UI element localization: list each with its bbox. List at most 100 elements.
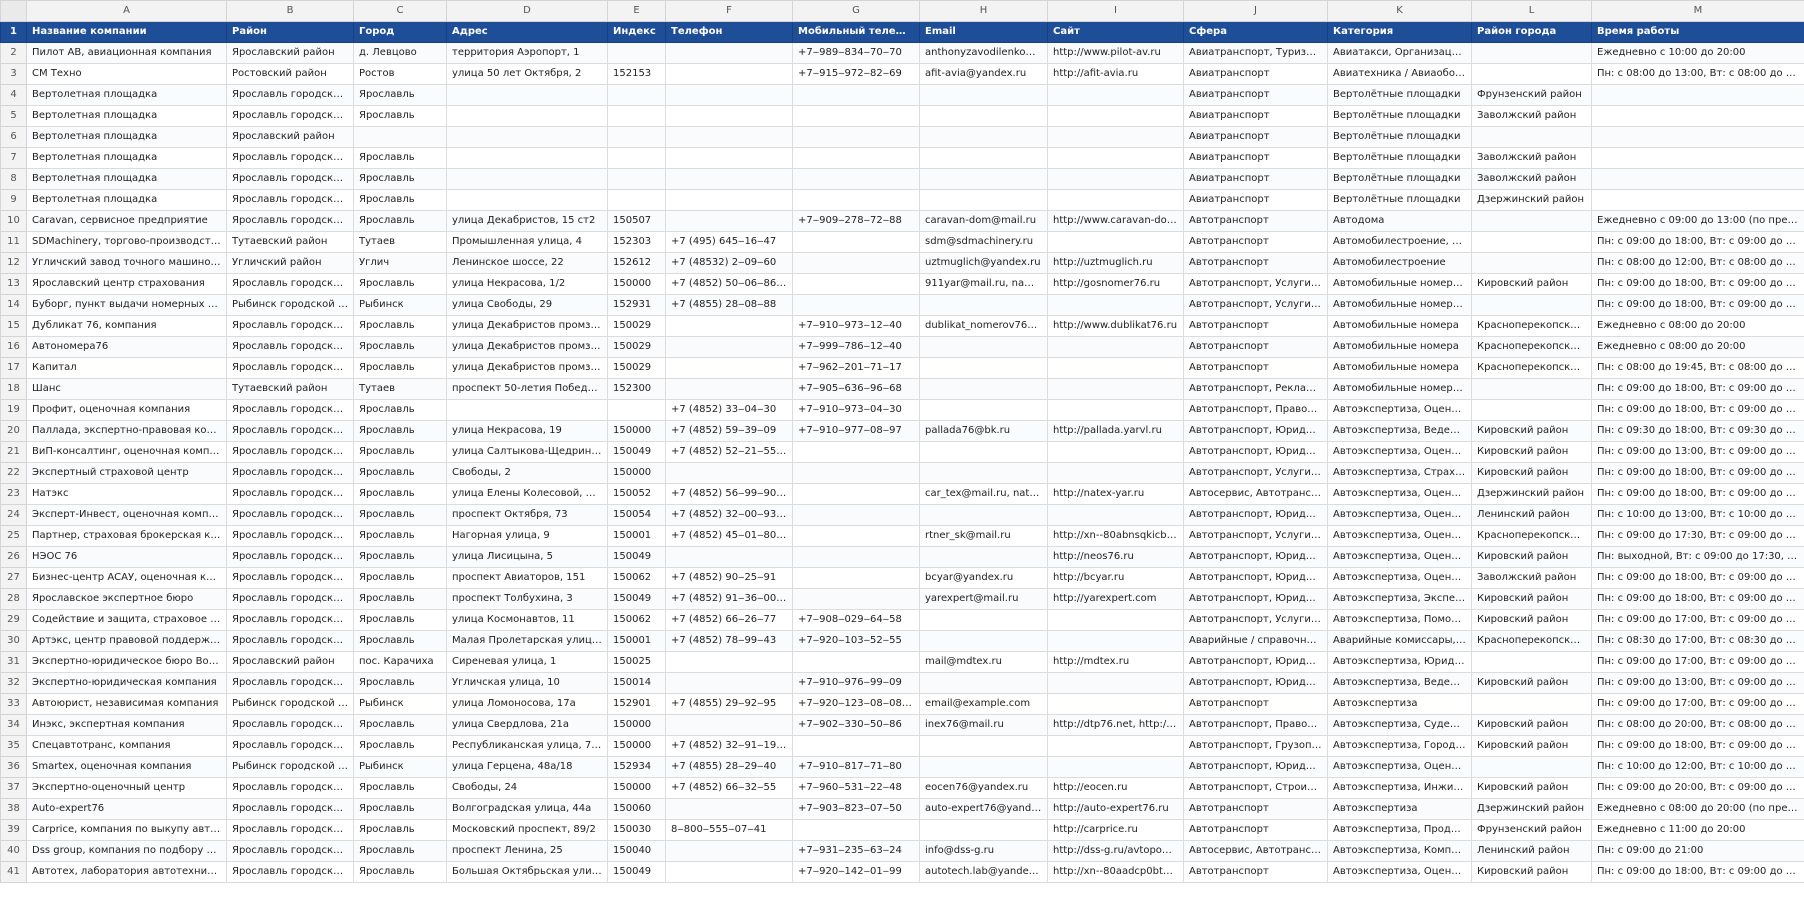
cell-j[interactable]: Авиатранспорт xyxy=(1183,63,1328,85)
row-number[interactable]: 10 xyxy=(0,210,27,232)
cell-l[interactable]: Кировский район xyxy=(1471,588,1592,610)
cell-l[interactable]: Кировский район xyxy=(1471,714,1592,736)
cell-b[interactable]: Ярославль городской ... xyxy=(226,819,354,841)
cell-c[interactable]: Ярославль xyxy=(353,315,447,337)
cell-e[interactable]: 150001 xyxy=(607,525,666,547)
cell-d[interactable] xyxy=(446,399,608,421)
cell-k[interactable]: Вертолётные площадки xyxy=(1327,189,1472,211)
cell-m[interactable]: Ежедневно с 09:00 до 13:00 (по предвари.… xyxy=(1591,210,1804,232)
cell-e[interactable]: 150507 xyxy=(607,210,666,232)
cell-a[interactable]: НЭОС 76 xyxy=(26,546,227,568)
cell-f[interactable] xyxy=(665,84,793,106)
cell-m[interactable]: Пн: с 09:30 до 18:00, Вт: с 09:30 до 18:… xyxy=(1591,420,1804,442)
cell-e[interactable]: 150040 xyxy=(607,840,666,862)
cell-m[interactable]: Пн: с 09:00 до 17:00, Вт: с 09:00 до 17:… xyxy=(1591,609,1804,631)
cell-k[interactable]: Автоэкспертиза, Оценка с... xyxy=(1327,441,1472,463)
cell-b[interactable]: Тутаевский район xyxy=(226,378,354,400)
cell-c[interactable]: Ярославль xyxy=(353,189,447,211)
cell-b[interactable]: Ярославль городской ... xyxy=(226,441,354,463)
cell-h[interactable]: uztmuglich@yandex.ru xyxy=(919,252,1048,274)
cell-l[interactable]: Красноперекопский ... xyxy=(1471,357,1592,379)
cell-f[interactable]: +7 (4852) 32‒00‒93, +7... xyxy=(665,504,793,526)
cell-c[interactable]: Ярославль xyxy=(353,105,447,127)
header-cell[interactable]: Время работы xyxy=(1591,21,1804,43)
cell-e[interactable]: 150062 xyxy=(607,609,666,631)
cell-e[interactable]: 150049 xyxy=(607,588,666,610)
cell-k[interactable]: Автоэкспертиза, Эксперти... xyxy=(1327,588,1472,610)
cell-e[interactable]: 150025 xyxy=(607,651,666,673)
cell-l[interactable]: Кировский район xyxy=(1471,861,1592,883)
cell-c[interactable]: Ростов xyxy=(353,63,447,85)
cell-c[interactable]: Ярославль xyxy=(353,273,447,295)
cell-i[interactable] xyxy=(1047,441,1184,463)
row-number[interactable]: 12 xyxy=(0,252,27,274)
cell-b[interactable]: Ярославль городской ... xyxy=(226,189,354,211)
cell-g[interactable]: +7‒989‒834‒70‒70 xyxy=(792,42,920,64)
cell-a[interactable]: Вертолетная площадка xyxy=(26,126,227,148)
header-cell[interactable]: Телефон xyxy=(665,21,793,43)
cell-c[interactable]: Тутаев xyxy=(353,231,447,253)
cell-g[interactable]: +7‒902‒330‒50‒86 xyxy=(792,714,920,736)
cell-g[interactable]: +7‒910‒976‒99‒09 xyxy=(792,672,920,694)
cell-k[interactable]: Автоэкспертиза, Инжинир... xyxy=(1327,777,1472,799)
cell-d[interactable] xyxy=(446,147,608,169)
cell-b[interactable]: Ярославль городской ... xyxy=(226,567,354,589)
cell-m[interactable]: Пн: с 09:00 до 20:00, Вт: с 09:00 до 20:… xyxy=(1591,777,1804,799)
cell-l[interactable] xyxy=(1471,399,1592,421)
row-number[interactable]: 41 xyxy=(0,861,27,883)
cell-g[interactable] xyxy=(792,273,920,295)
cell-b[interactable]: Рыбинск городской ок... xyxy=(226,693,354,715)
cell-b[interactable]: Ярославль городской ... xyxy=(226,861,354,883)
cell-h[interactable] xyxy=(919,672,1048,694)
cell-k[interactable]: Автоэкспертиза, Судебная ... xyxy=(1327,714,1472,736)
cell-h[interactable] xyxy=(919,378,1048,400)
cell-e[interactable]: 150000 xyxy=(607,462,666,484)
cell-a[interactable]: Дубликат 76, компания xyxy=(26,315,227,337)
cell-k[interactable]: Автоэкспертиза, Оценка с... xyxy=(1327,861,1472,883)
row-number[interactable]: 20 xyxy=(0,420,27,442)
cell-d[interactable]: улица Герцена, 48а/18 xyxy=(446,756,608,778)
cell-d[interactable]: улица Декабристов промзона,... xyxy=(446,357,608,379)
cell-d[interactable]: Республиканская улица, 75Б xyxy=(446,735,608,757)
row-number[interactable]: 23 xyxy=(0,483,27,505)
cell-g[interactable] xyxy=(792,441,920,463)
cell-g[interactable]: +7‒931‒235‒63‒24 xyxy=(792,840,920,862)
cell-c[interactable]: Ярославль xyxy=(353,609,447,631)
cell-f[interactable]: +7 (4855) 28‒08‒88 xyxy=(665,294,793,316)
cell-j[interactable]: Автотранспорт, Рекламны... xyxy=(1183,378,1328,400)
cell-h[interactable]: info@dss-g.ru xyxy=(919,840,1048,862)
cell-i[interactable]: http://pallada.yarvl.ru xyxy=(1047,420,1184,442)
cell-j[interactable]: Автотранспорт, Юридичес... xyxy=(1183,567,1328,589)
cell-h[interactable] xyxy=(919,504,1048,526)
cell-m[interactable]: Пн: с 08:00 до 19:45, Вт: с 08:00 до 19:… xyxy=(1591,357,1804,379)
cell-f[interactable] xyxy=(665,189,793,211)
cell-b[interactable]: Ярославль городской ... xyxy=(226,315,354,337)
cell-e[interactable]: 150062 xyxy=(607,567,666,589)
cell-j[interactable]: Авиатранспорт xyxy=(1183,168,1328,190)
cell-j[interactable]: Автотранспорт xyxy=(1183,336,1328,358)
cell-h[interactable] xyxy=(919,756,1048,778)
cell-m[interactable]: Пн: с 09:00 до 13:00, Вт: с 09:00 до 13:… xyxy=(1591,441,1804,463)
column-header-i[interactable]: I xyxy=(1047,0,1184,22)
cell-g[interactable] xyxy=(792,735,920,757)
cell-a[interactable]: Ярославский центр страхования xyxy=(26,273,227,295)
cell-a[interactable]: Автотех, лаборатория автотехническ... xyxy=(26,861,227,883)
cell-b[interactable]: Ярославль городской ... xyxy=(226,462,354,484)
header-cell[interactable]: Мобильный телефон xyxy=(792,21,920,43)
cell-e[interactable] xyxy=(607,399,666,421)
cell-j[interactable]: Автотранспорт xyxy=(1183,315,1328,337)
column-header-d[interactable]: D xyxy=(446,0,608,22)
cell-m[interactable] xyxy=(1591,105,1804,127)
cell-k[interactable]: Автомобилестроение xyxy=(1327,252,1472,274)
cell-a[interactable]: Натэкс xyxy=(26,483,227,505)
cell-g[interactable] xyxy=(792,525,920,547)
cell-j[interactable]: Автотранспорт, Юридичес... xyxy=(1183,756,1328,778)
cell-i[interactable]: http://afit-avia.ru xyxy=(1047,63,1184,85)
cell-e[interactable]: 150000 xyxy=(607,777,666,799)
header-cell[interactable]: Email xyxy=(919,21,1048,43)
cell-d[interactable] xyxy=(446,189,608,211)
cell-d[interactable]: Волгоградская улица, 44а xyxy=(446,798,608,820)
cell-j[interactable]: Автотранспорт xyxy=(1183,252,1328,274)
cell-c[interactable]: Ярославль xyxy=(353,588,447,610)
cell-m[interactable]: Пн: с 09:00 до 18:00, Вт: с 09:00 до 18:… xyxy=(1591,273,1804,295)
